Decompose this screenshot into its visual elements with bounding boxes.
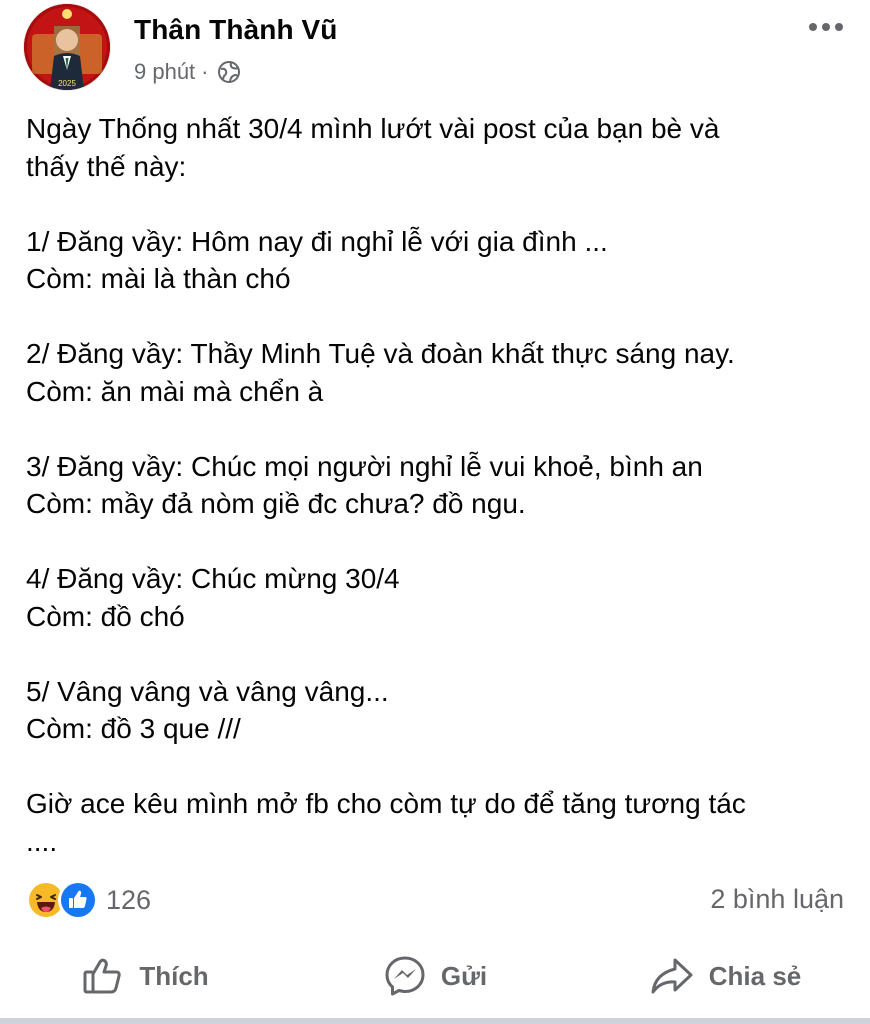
share-arrow-icon bbox=[649, 954, 695, 998]
globe-icon bbox=[217, 60, 241, 84]
post-header: 2025 Thân Thành Vũ 9 phút · bbox=[24, 4, 850, 94]
item-comment-line: Còm: đồ chó bbox=[26, 600, 185, 632]
feed-divider bbox=[0, 1018, 870, 1024]
avatar-badge-text: 2025 bbox=[58, 79, 76, 88]
comments-count-link[interactable]: 2 bình luận bbox=[710, 884, 844, 915]
item-post-line: 2/ Đăng vầy: Thầy Minh Tuệ và đoàn khất … bbox=[26, 338, 735, 369]
thumbs-up-icon bbox=[81, 954, 125, 998]
post-intro: Ngày Thống nhất 30/4 mình lướt vài post … bbox=[26, 113, 720, 182]
author-avatar[interactable]: 2025 bbox=[24, 4, 110, 90]
post-outro: Giờ ace kêu mình mở fb cho còm tự do để … bbox=[26, 788, 746, 857]
reaction-count: 126 bbox=[106, 884, 152, 915]
like-label: Thích bbox=[139, 960, 209, 991]
post-stats: 126 2 bình luận bbox=[26, 878, 844, 922]
like-icon bbox=[58, 880, 98, 920]
post-time[interactable]: 9 phút bbox=[134, 59, 195, 85]
like-button[interactable]: Thích bbox=[0, 944, 290, 1008]
more-options-icon[interactable] bbox=[804, 12, 848, 42]
item-comment-line: Còm: mài là thàn chó bbox=[26, 263, 291, 294]
item-post-line: 4/ Đăng vầy: Chúc mừng 30/4 bbox=[26, 563, 400, 594]
share-button[interactable]: Chia sẻ bbox=[580, 944, 870, 1008]
send-label: Gửi bbox=[440, 960, 488, 991]
post-body: Ngày Thống nhất 30/4 mình lướt vài post … bbox=[26, 110, 856, 860]
post-meta: 9 phút · bbox=[134, 59, 241, 85]
author-name[interactable]: Thân Thành Vũ bbox=[134, 14, 338, 46]
item-comment-line: Còm: ăn mài mà chển à bbox=[26, 375, 324, 407]
item-comment-line: Còm: mầy đả nòm giề đc chưa? đồ ngu. bbox=[26, 488, 526, 519]
send-button[interactable]: Gửi bbox=[290, 944, 580, 1008]
meta-separator: · bbox=[201, 59, 209, 84]
item-post-line: 5/ Vâng vâng và vâng vâng... bbox=[26, 675, 389, 707]
reaction-summary[interactable]: 126 bbox=[26, 880, 151, 920]
item-post-line: 1/ Đăng vầy: Hôm nay đi nghỉ lễ với gia … bbox=[26, 225, 608, 257]
item-post-line: 3/ Đăng vầy: Chúc mọi người nghỉ lễ vui … bbox=[26, 450, 703, 482]
messenger-icon bbox=[383, 954, 427, 998]
share-label: Chia sẻ bbox=[708, 960, 802, 991]
item-comment-line: Còm: đồ 3 que /// bbox=[26, 713, 241, 744]
post-actions: Thích Gửi Chia sẻ bbox=[0, 944, 870, 1008]
